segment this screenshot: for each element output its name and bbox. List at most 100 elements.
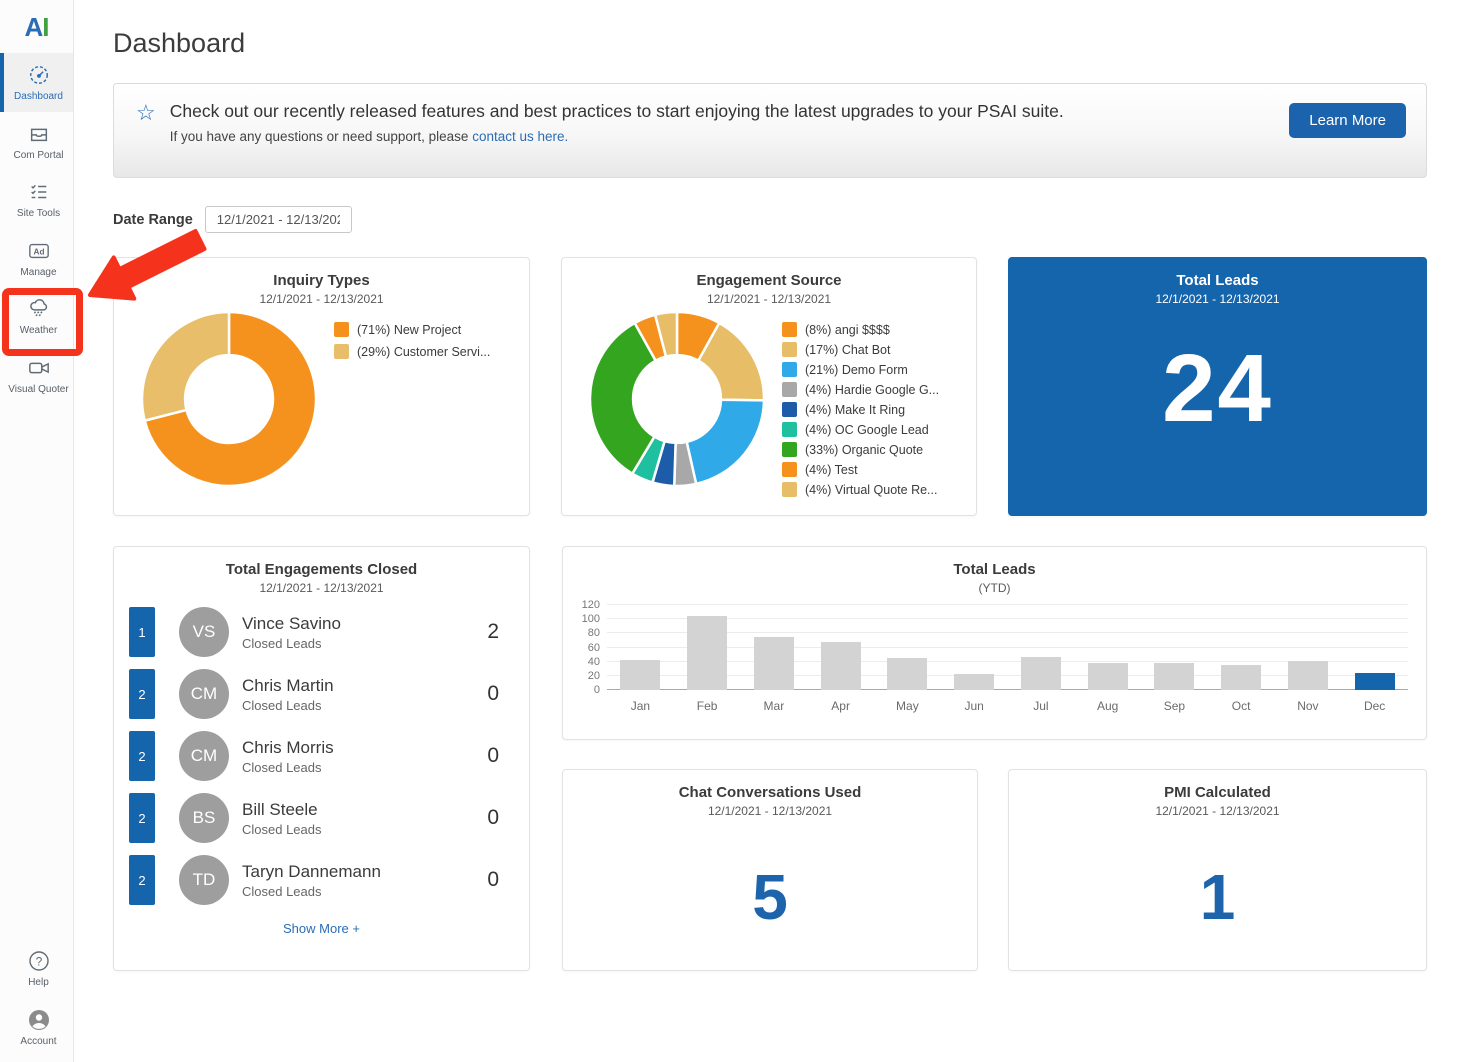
legend-swatch bbox=[334, 344, 349, 359]
sidebar-item-label: Site Tools bbox=[17, 208, 60, 220]
contact-us-link[interactable]: contact us here. bbox=[472, 129, 568, 144]
sidebar-item-manage[interactable]: Ad Manage bbox=[0, 229, 73, 288]
sidebar-item-label: Help bbox=[28, 977, 49, 989]
bar-aug bbox=[1088, 663, 1128, 690]
total-leads-value: 24 bbox=[1009, 334, 1426, 444]
closed-leads-count: 0 bbox=[487, 806, 499, 830]
bar-nov bbox=[1288, 661, 1328, 690]
banner-message: Check out our recently released features… bbox=[170, 100, 1200, 124]
legend-swatch bbox=[782, 462, 797, 477]
bar-x-label: Dec bbox=[1341, 699, 1408, 713]
legend-item: (4%) OC Google Lead bbox=[782, 422, 939, 437]
avatar: TD bbox=[179, 855, 229, 905]
legend-item: (21%) Demo Form bbox=[782, 362, 939, 377]
main-content: Dashboard ☆ Check out our recently relea… bbox=[74, 0, 1464, 1062]
cloud-rain-icon bbox=[27, 297, 51, 321]
sidebar-item-dashboard[interactable]: Dashboard bbox=[0, 53, 73, 112]
sidebar-item-label: Dashboard bbox=[14, 91, 63, 103]
bar-x-label: Nov bbox=[1275, 699, 1342, 713]
bar-plot-area bbox=[607, 605, 1408, 690]
sidebar-item-weather[interactable]: Weather bbox=[0, 287, 73, 346]
app-logo[interactable]: AI bbox=[0, 0, 73, 53]
sidebar-items: Dashboard Com Portal Site Tools Ad Manage Wea… bbox=[0, 53, 73, 404]
closed-leads-count: 0 bbox=[487, 682, 499, 706]
sidebar-item-label: Com Portal bbox=[13, 150, 63, 162]
engagement-source-card: Engagement Source 12/1/2021 - 12/13/2021… bbox=[561, 257, 977, 516]
legend-item: (8%) angi $$$$ bbox=[782, 322, 939, 337]
pmi-calculated-value: 1 bbox=[1009, 860, 1426, 934]
chat-conversations-subtitle: 12/1/2021 - 12/13/2021 bbox=[563, 804, 977, 818]
account-icon bbox=[27, 1008, 51, 1032]
bar-oct bbox=[1221, 665, 1261, 690]
legend-swatch bbox=[782, 422, 797, 437]
rank-badge: 2 bbox=[129, 731, 155, 781]
chat-conversations-card: Chat Conversations Used 12/1/2021 - 12/1… bbox=[562, 769, 978, 971]
legend-label: (17%) Chat Bot bbox=[805, 343, 890, 357]
chat-conversations-title: Chat Conversations Used bbox=[563, 784, 977, 801]
date-range-row: Date Range bbox=[113, 206, 1427, 233]
date-range-input[interactable] bbox=[205, 206, 352, 233]
legend-label: (4%) Test bbox=[805, 463, 858, 477]
avatar: BS bbox=[179, 793, 229, 843]
sidebar-item-account[interactable]: Account bbox=[0, 998, 73, 1057]
person-name: Taryn Dannemann bbox=[242, 862, 381, 882]
engagement-row: 2TDTaryn DannemannClosed Leads0 bbox=[114, 855, 529, 905]
bar-jan bbox=[620, 660, 660, 690]
legend-label: (8%) angi $$$$ bbox=[805, 323, 890, 337]
bar-jun bbox=[954, 674, 994, 690]
checklist-icon bbox=[27, 180, 51, 204]
sidebar-footer: ? Help Account bbox=[0, 939, 73, 1062]
inquiry-types-legend: (71%) New Project (29%) Customer Servi... bbox=[334, 322, 490, 493]
sidebar-item-label: Visual Quoter bbox=[8, 384, 68, 396]
engagement-source-legend: (8%) angi $$$$ (17%) Chat Bot (21%) Demo F… bbox=[782, 322, 939, 502]
bar-sep bbox=[1154, 663, 1194, 690]
help-icon: ? bbox=[27, 949, 51, 973]
legend-swatch bbox=[782, 442, 797, 457]
svg-text:Ad: Ad bbox=[33, 247, 44, 256]
rank-badge: 2 bbox=[129, 669, 155, 719]
bar-may bbox=[887, 658, 927, 690]
total-leads-ytd-card: Total Leads (YTD) 020406080100120JanFebM… bbox=[562, 546, 1427, 740]
sidebar-item-label: Manage bbox=[20, 267, 56, 279]
show-more-link[interactable]: Show More + bbox=[114, 921, 529, 936]
bar-x-label: Jan bbox=[607, 699, 674, 713]
announcement-banner: ☆ Check out our recently released featur… bbox=[113, 83, 1427, 178]
engagement-row: 2BSBill SteeleClosed Leads0 bbox=[114, 793, 529, 843]
legend-swatch bbox=[782, 482, 797, 497]
engagement-row: 2CMChris MartinClosed Leads0 bbox=[114, 669, 529, 719]
legend-swatch bbox=[782, 402, 797, 417]
legend-item: (71%) New Project bbox=[334, 322, 490, 337]
legend-item: (4%) Test bbox=[782, 462, 939, 477]
page-title: Dashboard bbox=[113, 28, 1427, 59]
engagements-closed-title: Total Engagements Closed bbox=[114, 561, 529, 578]
bar-x-label: Jun bbox=[941, 699, 1008, 713]
engagements-closed-subtitle: 12/1/2021 - 12/13/2021 bbox=[114, 581, 529, 595]
sidebar-item-visual-quoter[interactable]: Visual Quoter bbox=[0, 346, 73, 405]
inbox-icon bbox=[27, 122, 51, 146]
legend-item: (4%) Make It Ring bbox=[782, 402, 939, 417]
closed-leads-count: 2 bbox=[487, 620, 499, 644]
person-sublabel: Closed Leads bbox=[242, 822, 322, 837]
sidebar-item-help[interactable]: ? Help bbox=[0, 939, 73, 998]
rank-badge: 1 bbox=[129, 607, 155, 657]
legend-item: (29%) Customer Servi... bbox=[334, 344, 490, 359]
legend-label: (33%) Organic Quote bbox=[805, 443, 923, 457]
sidebar-item-label: Weather bbox=[20, 325, 58, 337]
total-leads-title: Total Leads bbox=[1009, 272, 1426, 289]
logo-letter-a: A bbox=[24, 12, 42, 42]
pmi-calculated-title: PMI Calculated bbox=[1009, 784, 1426, 801]
bar-mar bbox=[754, 637, 794, 690]
legend-item: (33%) Organic Quote bbox=[782, 442, 939, 457]
legend-label: (4%) OC Google Lead bbox=[805, 423, 929, 437]
bar-y-axis: 020406080100120 bbox=[571, 605, 607, 690]
person-sublabel: Closed Leads bbox=[242, 884, 381, 899]
sidebar-item-site-tools[interactable]: Site Tools bbox=[0, 170, 73, 229]
logo-letter-i: I bbox=[42, 12, 48, 42]
learn-more-button[interactable]: Learn More bbox=[1289, 103, 1406, 138]
legend-label: (29%) Customer Servi... bbox=[357, 345, 490, 359]
bar-x-label: Aug bbox=[1074, 699, 1141, 713]
sidebar-item-com-portal[interactable]: Com Portal bbox=[0, 112, 73, 171]
avatar: VS bbox=[179, 607, 229, 657]
total-leads-card: Total Leads 12/1/2021 - 12/13/2021 24 bbox=[1008, 257, 1427, 516]
legend-swatch bbox=[782, 322, 797, 337]
